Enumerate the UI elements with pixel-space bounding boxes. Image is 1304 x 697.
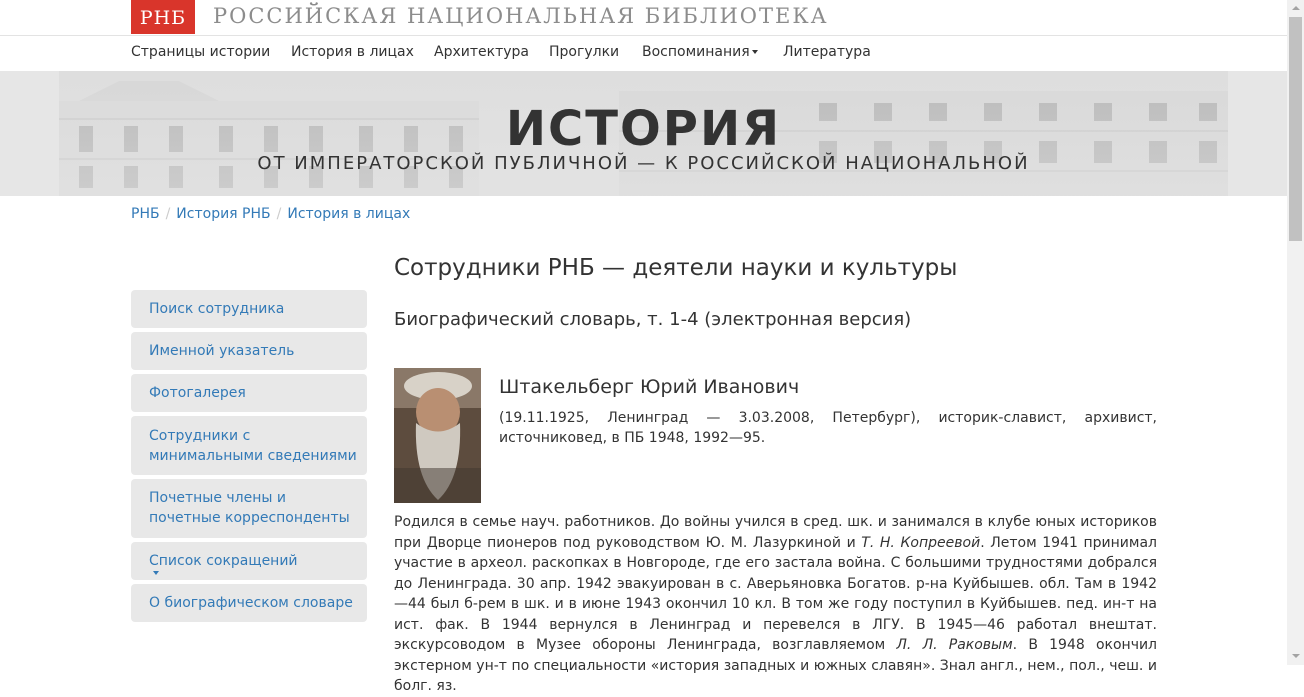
sidebar-item-label: Фотогалерея	[149, 385, 246, 401]
sidebar-item-label: Почетные члены и почетные корреспонденты	[149, 490, 350, 526]
sidebar-item-label: Список сокращений	[149, 553, 298, 569]
nav-item-history-in-faces[interactable]: История в лицах	[291, 44, 414, 60]
scroll-up-arrow-icon[interactable]	[1287, 0, 1304, 17]
banner-title: ИСТОРИЯ	[505, 101, 782, 157]
scrollbar-thumb[interactable]	[1289, 17, 1302, 241]
nav-item-literature[interactable]: Литература	[783, 44, 871, 60]
nav-item-walks[interactable]: Прогулки	[549, 44, 619, 60]
sidebar-item-label: О биографическом словаре	[149, 595, 353, 611]
sidebar-item-photo-gallery[interactable]: Фотогалерея	[131, 374, 367, 412]
nav-item-memoirs[interactable]: Воспоминания	[642, 44, 758, 60]
sidebar-item-label: Поиск сотрудника	[149, 301, 285, 317]
page-subtitle: Биографический словарь, т. 1-4 (электрон…	[394, 309, 912, 330]
page-banner: ИСТОРИЯ ОТ ИМПЕРАТОРСКОЙ ПУБЛИЧНОЙ — К Р…	[0, 71, 1287, 196]
breadcrumb-item-rnb[interactable]: РНБ	[131, 206, 160, 222]
breadcrumb: РНБ / История РНБ / История в лицах	[131, 206, 410, 222]
nav-item-pages-of-history[interactable]: Страницы истории	[131, 44, 270, 60]
person-name: Штакельберг Юрий Иванович	[499, 376, 800, 398]
breadcrumb-separator: /	[165, 206, 171, 222]
sidebar-item-staff-search[interactable]: Поиск сотрудника	[131, 290, 367, 328]
breadcrumb-item-history-rnb[interactable]: История РНБ	[176, 206, 270, 222]
site-name[interactable]: РОССИЙСКАЯ НАЦИОНАЛЬНАЯ БИБЛИОТЕКА	[213, 4, 829, 28]
breadcrumb-separator: /	[276, 206, 282, 222]
sidebar-item-label: Сотрудники с минимальными сведениями	[149, 428, 357, 464]
sidebar-item-label: Именной указатель	[149, 343, 295, 359]
sidebar-item-name-index[interactable]: Именной указатель	[131, 332, 367, 370]
bio-person-link: Л. Л. Раковым	[896, 637, 1013, 653]
vertical-scrollbar[interactable]	[1287, 0, 1304, 665]
site-header: РНБ РОССИЙСКАЯ НАЦИОНАЛЬНАЯ БИБЛИОТЕКА	[0, 0, 1287, 36]
sidebar-item-minimal-info-staff[interactable]: Сотрудники с минимальными сведениями	[131, 416, 367, 475]
bio-person-link: Т. Н. Копреевой	[861, 534, 981, 551]
nav-item-memoirs-label: Воспоминания	[642, 44, 750, 60]
bio-text: . Летом 1941 принимал участие в археол. …	[394, 534, 1157, 654]
person-biography: Родился в семье науч. работников. До вой…	[394, 512, 1157, 697]
scroll-down-arrow-icon[interactable]	[1287, 648, 1304, 665]
sidebar-item-honorary-members[interactable]: Почетные члены и почетные корреспонденты	[131, 479, 367, 538]
breadcrumb-item-history-in-faces[interactable]: История в лицах	[287, 206, 410, 222]
main-nav: Страницы истории История в лицах Архитек…	[0, 36, 1287, 70]
person-summary: (19.11.1925, Ленинград — 3.03.2008, Пете…	[499, 410, 1157, 446]
page-title: Сотрудники РНБ — деятели науки и культур…	[394, 255, 958, 281]
caret-down-icon	[751, 50, 758, 54]
site-logo[interactable]: РНБ	[131, 0, 195, 34]
sidebar-item-about-dictionary[interactable]: О биографическом словаре	[131, 584, 367, 622]
nav-item-architecture[interactable]: Архитектура	[434, 44, 529, 60]
person-portrait-photo	[394, 368, 481, 503]
caret-down-icon	[153, 571, 159, 575]
banner-subtitle: ОТ ИМПЕРАТОРСКОЙ ПУБЛИЧНОЙ — К РОССИЙСКО…	[257, 153, 1030, 174]
sidebar-item-abbreviations[interactable]: Список сокращений	[131, 542, 367, 580]
